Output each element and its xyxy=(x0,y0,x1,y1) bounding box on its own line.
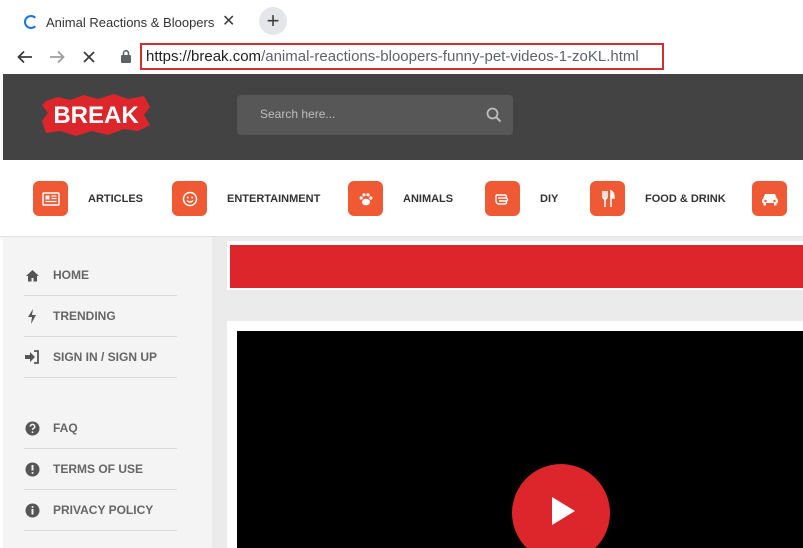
home-icon xyxy=(24,267,40,283)
ad-banner-frame xyxy=(227,241,803,290)
sidebar-item-faq[interactable]: FAQ xyxy=(24,408,177,449)
hand-icon xyxy=(485,181,520,216)
close-x-icon xyxy=(83,51,95,63)
play-button[interactable] xyxy=(512,464,610,548)
paw-icon xyxy=(348,181,383,216)
tab-title: Animal Reactions & Bloopers - xyxy=(46,14,216,30)
sidebar-item-sign-in[interactable]: SIGN IN / SIGN UP xyxy=(24,337,177,378)
fork-knife-icon xyxy=(590,181,625,216)
category-label: ANIMALS xyxy=(403,192,454,205)
break-logo[interactable]: BREAK xyxy=(40,93,152,137)
loading-spinner-icon xyxy=(24,15,38,29)
play-icon xyxy=(552,497,575,525)
category-autos[interactable] xyxy=(752,181,803,216)
lock-icon xyxy=(121,49,131,63)
browser-tab-strip: Animal Reactions & Bloopers - ✕ + xyxy=(0,0,803,40)
info-circle-icon xyxy=(24,502,40,518)
video-player[interactable] xyxy=(237,331,803,548)
back-button[interactable] xyxy=(13,45,37,69)
address-bar[interactable]: https://break.com/animal-reactions-bloop… xyxy=(140,43,664,70)
sidebar-item-label: SIGN IN / SIGN UP xyxy=(53,350,158,364)
browser-tab[interactable]: Animal Reactions & Bloopers - ✕ xyxy=(10,4,250,40)
search-icon[interactable] xyxy=(486,107,502,123)
exclamation-circle-icon xyxy=(24,461,40,477)
question-circle-icon xyxy=(24,420,40,436)
site-header: BREAK Search here... xyxy=(3,74,803,160)
close-tab-icon[interactable]: ✕ xyxy=(222,14,235,30)
category-nav: ARTICLES ENTERTAINMENT ANIMALS DIY FOOD … xyxy=(0,160,803,237)
category-entertainment[interactable]: ENTERTAINMENT xyxy=(172,181,320,216)
sidebar-item-label: TRENDING xyxy=(53,309,116,323)
sign-in-icon xyxy=(24,349,40,365)
car-icon xyxy=(752,181,787,216)
smiley-icon xyxy=(172,181,207,216)
sidebar-item-label: HOME xyxy=(53,268,89,282)
category-animals[interactable]: ANIMALS xyxy=(348,181,453,216)
sidebar-item-terms[interactable]: TERMS OF USE xyxy=(24,449,177,490)
category-label: ARTICLES xyxy=(88,192,143,205)
category-label: FOOD & DRINK xyxy=(645,192,726,205)
sidebar-item-trending[interactable]: TRENDING xyxy=(24,296,177,337)
category-articles[interactable]: ARTICLES xyxy=(33,181,143,216)
forward-button[interactable] xyxy=(45,45,69,69)
url-path: /animal-reactions-bloopers-funny-pet-vid… xyxy=(261,48,639,65)
ad-banner[interactable] xyxy=(230,245,803,288)
bolt-icon xyxy=(24,308,40,324)
arrow-right-icon xyxy=(50,50,65,64)
search-placeholder: Search here... xyxy=(260,107,336,121)
browser-toolbar: https://break.com/animal-reactions-bloop… xyxy=(0,40,803,74)
arrow-left-icon xyxy=(17,50,32,64)
newspaper-icon xyxy=(33,181,68,216)
category-label: ENTERTAINMENT xyxy=(227,192,321,205)
new-tab-button[interactable]: + xyxy=(259,7,287,35)
stop-button[interactable] xyxy=(77,45,101,69)
url-host: https://break.com xyxy=(146,48,262,65)
sidebar: HOME TRENDING SIGN IN / SIGN UP FAQ TERM… xyxy=(3,237,212,548)
category-label: DIY xyxy=(540,192,559,205)
sidebar-item-label: FAQ xyxy=(53,421,78,435)
main-content xyxy=(212,237,803,548)
search-box[interactable]: Search here... xyxy=(237,95,513,135)
video-card xyxy=(227,321,803,548)
sidebar-item-privacy[interactable]: PRIVACY POLICY xyxy=(24,490,177,531)
svg-text:BREAK: BREAK xyxy=(53,102,139,129)
sidebar-item-label: PRIVACY POLICY xyxy=(53,503,154,517)
sidebar-item-home[interactable]: HOME xyxy=(24,255,177,296)
category-food-drink[interactable]: FOOD & DRINK xyxy=(590,181,726,216)
sidebar-item-label: TERMS OF USE xyxy=(53,462,144,476)
category-diy[interactable]: DIY xyxy=(485,181,558,216)
